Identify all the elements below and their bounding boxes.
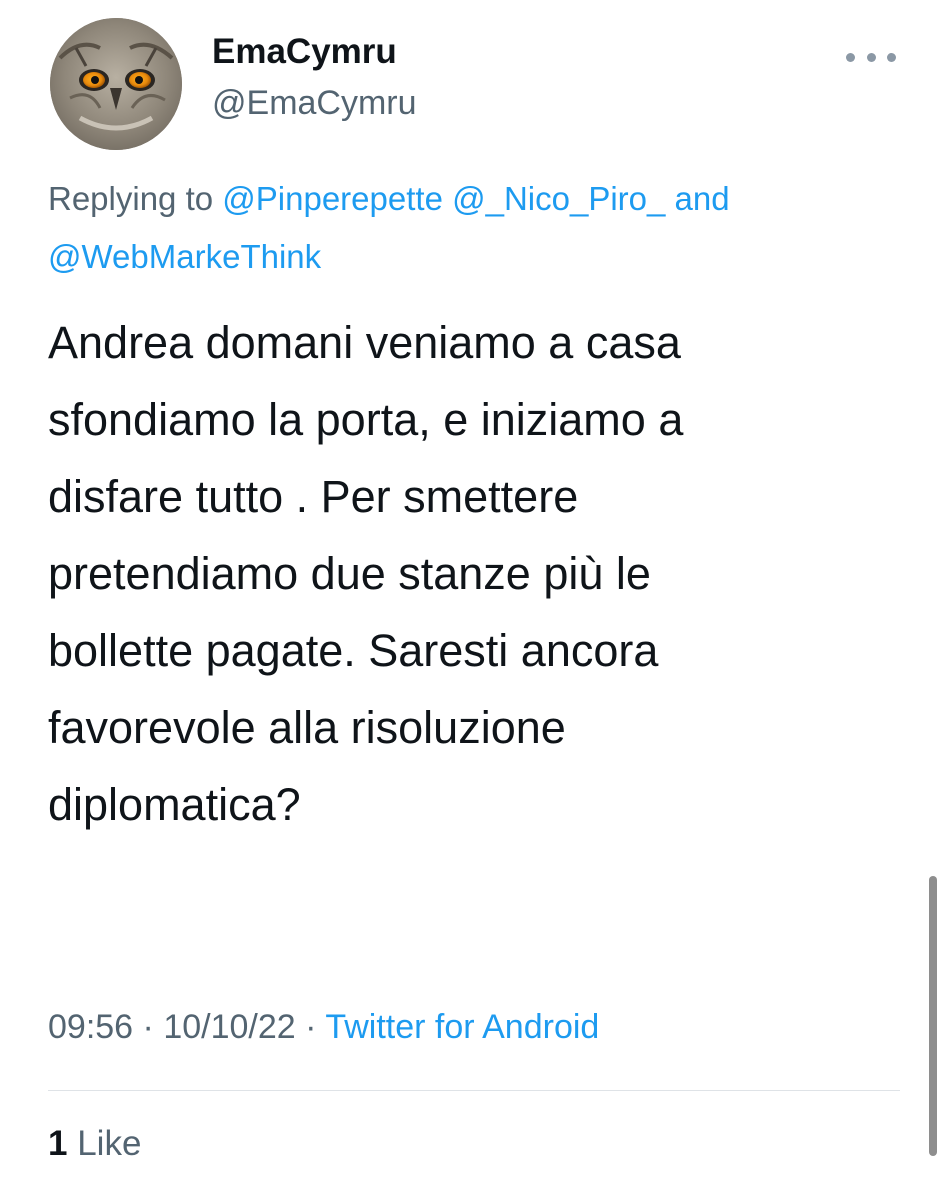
more-dot-icon bbox=[887, 52, 896, 62]
more-dot-icon bbox=[846, 52, 855, 62]
more-dot-icon bbox=[866, 52, 876, 62]
display-name[interactable]: EmaCymru bbox=[212, 32, 397, 72]
mention-link[interactable]: @Pinperepette bbox=[222, 180, 443, 217]
divider bbox=[48, 1090, 900, 1091]
owl-avatar-icon bbox=[50, 18, 182, 150]
tweet-date[interactable]: 10/10/22 bbox=[163, 1008, 295, 1046]
tweet-text-line: pretendiamo due stanze più le bbox=[48, 548, 651, 599]
tweet-text-line: sfondiamo la porta, e iniziamo a bbox=[48, 394, 684, 445]
more-options-button[interactable] bbox=[846, 40, 896, 74]
tweet-detail: EmaCymru @EmaCymru Replying to @Pinperep… bbox=[0, 0, 946, 1200]
avatar[interactable] bbox=[50, 18, 182, 150]
tweet-time[interactable]: 09:56 bbox=[48, 1008, 133, 1046]
tweet-meta: 09:56 · 10/10/22 · Twitter for Android bbox=[48, 1008, 599, 1047]
replying-to-conjunction: and bbox=[674, 180, 730, 217]
like-count: 1 bbox=[48, 1124, 68, 1163]
tweet-text-line: Andrea domani veniamo a casa bbox=[48, 317, 681, 368]
mention-link[interactable]: @WebMarkeThink bbox=[48, 238, 321, 275]
tweet-text: Andrea domani veniamo a casa sfondiamo l… bbox=[48, 304, 908, 843]
replying-to: Replying to @Pinperepette @_Nico_Piro_ a… bbox=[48, 170, 898, 286]
scrollbar[interactable] bbox=[929, 876, 937, 1156]
meta-separator: · bbox=[305, 1008, 317, 1046]
meta-separator: · bbox=[142, 1008, 154, 1046]
tweet-text-line: bollette pagate. Saresti ancora bbox=[48, 625, 659, 676]
tweet-text-line: diplomatica? bbox=[48, 779, 301, 830]
tweet-source-link[interactable]: Twitter for Android bbox=[325, 1008, 599, 1046]
replying-to-label: Replying to bbox=[48, 180, 214, 217]
like-label: Like bbox=[77, 1124, 142, 1163]
tweet-text-line: favorevole alla risoluzione bbox=[48, 702, 566, 753]
mention-link[interactable]: @_Nico_Piro_ bbox=[452, 180, 665, 217]
tweet-text-line: disfare tutto . Per smettere bbox=[48, 471, 579, 522]
likes-count-link[interactable]: 1 Like bbox=[48, 1124, 141, 1164]
user-handle[interactable]: @EmaCymru bbox=[212, 84, 417, 123]
